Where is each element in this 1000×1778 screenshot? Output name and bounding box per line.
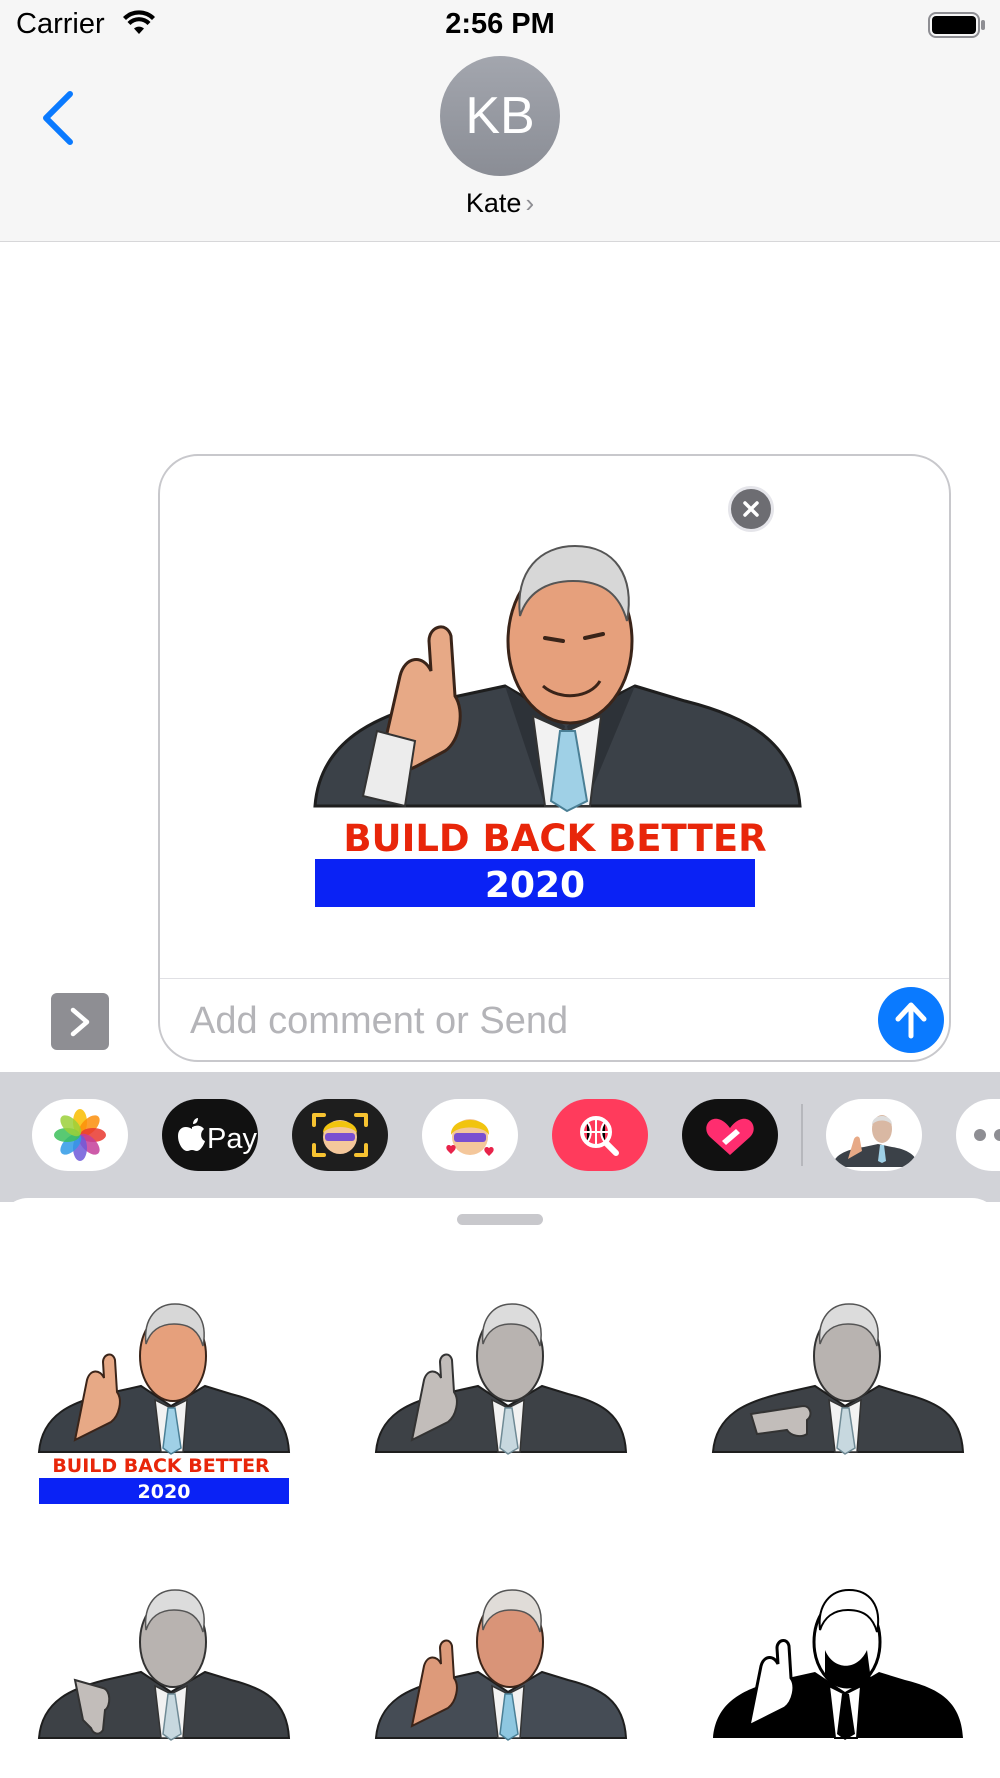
clock: 2:56 PM: [445, 8, 555, 40]
sticker-app-icon[interactable]: [826, 1099, 922, 1171]
contact-name: Kate: [465, 188, 522, 218]
sticker-preview: BUILD BACK BETTER 2020: [313, 544, 802, 907]
chevron-right-icon: [70, 1007, 90, 1037]
apple-pay-label: Pay: [207, 1123, 257, 1155]
sticker-color-thumbs-up: BUILD BACK BETTER 2020: [37, 1303, 291, 1504]
sticker-caption-bottom: 2020: [485, 865, 585, 906]
remove-attachment-button[interactable]: [728, 486, 774, 532]
sticker-black-white-thumbs-up: [713, 1588, 963, 1740]
drawer-separator: [801, 1104, 803, 1166]
arrow-up-icon: [895, 1002, 927, 1039]
close-icon: [743, 501, 759, 517]
sticker-item[interactable]: [33, 1580, 293, 1778]
panel-grabber[interactable]: [457, 1214, 543, 1225]
chevron-right-icon: ›: [525, 188, 535, 218]
memoji-stickers-icon[interactable]: [422, 1099, 518, 1171]
sticker-item[interactable]: [707, 1580, 967, 1778]
comment-input[interactable]: [190, 996, 830, 1046]
sticker-item[interactable]: [370, 1294, 630, 1524]
status-bar: Carrier 2:56 PM: [0, 0, 1000, 50]
sticker-caption-bottom: 2020: [138, 1481, 191, 1503]
sticker-gray-thumbs-down-2: [37, 1589, 291, 1741]
sticker-caption-top: BUILD BACK BETTER: [343, 817, 766, 860]
sticker-gray-thumbs-up: [374, 1303, 628, 1455]
sticker-color-textured-thumbs-up: [374, 1589, 628, 1741]
sticker-caption-top: BUILD BACK BETTER: [52, 1455, 270, 1477]
send-button[interactable]: [878, 987, 944, 1053]
digital-touch-icon[interactable]: [682, 1099, 778, 1171]
sticker-item[interactable]: [707, 1294, 967, 1524]
conversation-header: KB Kate ›: [0, 50, 1000, 242]
sticker-panel: BUILD BACK BETTER 2020: [0, 1198, 1000, 1778]
sticker-gray-thumbs-down: [711, 1303, 965, 1455]
contact-avatar[interactable]: KB: [440, 56, 560, 176]
messages-screen: Carrier 2:56 PM KB Kate › BUILD BACK BET…: [0, 0, 1000, 1778]
sticker-item[interactable]: [370, 1580, 630, 1778]
expand-apps-button[interactable]: [51, 993, 109, 1050]
contact-name-button[interactable]: Kate ›: [0, 188, 1000, 219]
more-apps-icon[interactable]: [956, 1099, 1000, 1171]
app-drawer: Pay: [0, 1072, 1000, 1202]
images-search-icon[interactable]: [552, 1099, 648, 1171]
sticker-item[interactable]: BUILD BACK BETTER 2020: [33, 1294, 293, 1524]
apple-pay-icon[interactable]: Pay: [162, 1099, 258, 1171]
compose-divider: [160, 978, 949, 979]
memoji-icon[interactable]: [292, 1099, 388, 1171]
compose-box: BUILD BACK BETTER 2020: [158, 454, 951, 1062]
back-button[interactable]: [36, 88, 80, 148]
battery-icon: [928, 12, 985, 38]
photos-icon[interactable]: [32, 1099, 128, 1171]
